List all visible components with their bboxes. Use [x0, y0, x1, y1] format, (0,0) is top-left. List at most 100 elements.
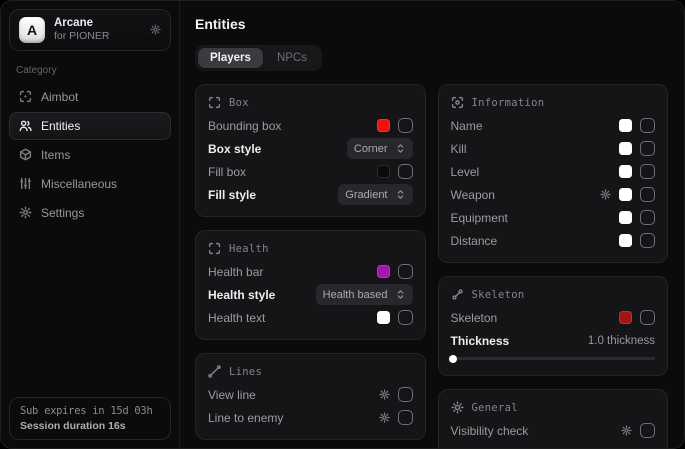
slider-handle[interactable] — [449, 355, 457, 363]
color-swatch[interactable] — [619, 188, 632, 201]
sidebar-item-label: Items — [41, 148, 70, 162]
dropdown-box-style[interactable]: Corner — [347, 138, 413, 159]
row-controls — [619, 164, 655, 179]
row-label: Max distance — [451, 447, 526, 449]
select-icon — [395, 189, 406, 200]
row-label: Health style — [208, 288, 275, 302]
color-swatch[interactable] — [377, 165, 390, 178]
checkbox[interactable] — [640, 210, 655, 225]
row-label: Line to enemy — [208, 411, 283, 425]
row-controls — [619, 118, 655, 133]
setting-row-line-to-enemy: Line to enemy — [208, 406, 413, 429]
row-label: Weapon — [451, 188, 495, 202]
checkbox[interactable] — [398, 164, 413, 179]
dropdown-health-style[interactable]: Health based — [316, 284, 413, 305]
checkbox[interactable] — [398, 264, 413, 279]
slider-value: 500m — [626, 448, 655, 449]
sidebar: A Arcane for PIONER Category AimbotEntit… — [1, 1, 180, 448]
checkbox[interactable] — [640, 164, 655, 179]
card-health: HealthHealth barHealth styleHealth based… — [195, 230, 426, 340]
tab-npcs[interactable]: NPCs — [265, 48, 319, 68]
app-subtitle: for PIONER — [54, 30, 109, 43]
crosshair-icon — [19, 90, 32, 103]
setting-row-view-line: View line — [208, 383, 413, 406]
setting-row-skeleton: Skeleton — [451, 306, 656, 329]
color-swatch[interactable] — [377, 265, 390, 278]
color-swatch[interactable] — [619, 119, 632, 132]
row-label: Health text — [208, 311, 265, 325]
row-controls: 1.0 thickness — [588, 335, 655, 347]
gear-icon[interactable] — [600, 189, 611, 200]
row-label: Thickness — [451, 334, 510, 348]
right-column: InformationNameKillLevelWeaponEquipmentD… — [438, 84, 669, 448]
row-controls: 500m — [626, 448, 655, 449]
card-title: General — [472, 402, 518, 414]
gear-icon[interactable] — [621, 425, 632, 436]
sidebar-item-label: Entities — [41, 119, 80, 133]
sidebar-item-entities[interactable]: Entities — [9, 112, 171, 140]
gear-icon — [19, 206, 32, 219]
row-label: Bounding box — [208, 119, 281, 133]
checkbox[interactable] — [640, 141, 655, 156]
checkbox[interactable] — [640, 233, 655, 248]
color-swatch[interactable] — [619, 165, 632, 178]
card-header: Information — [451, 96, 656, 109]
sub-expiry-text: Sub expires in 15d 03h — [20, 405, 160, 417]
checkbox[interactable] — [398, 310, 413, 325]
setting-row-box-style: Box style Corner — [208, 137, 413, 160]
setting-row-level: Level — [451, 160, 656, 183]
color-swatch[interactable] — [377, 311, 390, 324]
card-general: GeneralVisibility checkMax distance500m — [438, 389, 669, 448]
card-skeleton: Skeleton Skeleton Thickness 1.0 thickness — [438, 276, 669, 376]
row-controls — [619, 141, 655, 156]
row-controls: Gradient — [338, 184, 412, 205]
checkbox[interactable] — [640, 423, 655, 438]
users-icon — [19, 119, 32, 132]
color-swatch[interactable] — [619, 234, 632, 247]
color-swatch[interactable] — [619, 311, 632, 324]
sidebar-item-items[interactable]: Items — [9, 141, 171, 169]
checkbox[interactable] — [640, 310, 655, 325]
sidebar-item-miscellaneous[interactable]: Miscellaneous — [9, 170, 171, 198]
sidebar-item-label: Settings — [41, 206, 84, 220]
card-title: Health — [229, 243, 269, 255]
app-title: Arcane — [54, 16, 109, 30]
setting-row-equipment: Equipment — [451, 206, 656, 229]
row-controls: Health based — [316, 284, 413, 305]
checkbox[interactable] — [398, 410, 413, 425]
card-box: BoxBounding boxBox styleCornerFill boxFi… — [195, 84, 426, 217]
card-header: General — [451, 401, 656, 414]
row-controls — [619, 210, 655, 225]
main-content: Entities Players NPCs BoxBounding boxBox… — [180, 1, 684, 448]
slider-thickness[interactable] — [451, 357, 656, 360]
select-icon — [395, 143, 406, 154]
app-window: A Arcane for PIONER Category AimbotEntit… — [0, 0, 685, 449]
row-controls — [377, 310, 413, 325]
tab-players[interactable]: Players — [198, 48, 263, 68]
checkbox[interactable] — [398, 387, 413, 402]
checkbox[interactable] — [398, 118, 413, 133]
gear-icon[interactable] — [379, 412, 390, 423]
corners-icon — [208, 96, 221, 109]
dropdown-fill-style[interactable]: Gradient — [338, 184, 412, 205]
card-information: InformationNameKillLevelWeaponEquipmentD… — [438, 84, 669, 263]
sidebar-item-aimbot[interactable]: Aimbot — [9, 83, 171, 111]
sidebar-item-settings[interactable]: Settings — [9, 199, 171, 227]
logo-text: Arcane for PIONER — [54, 16, 109, 44]
dropdown-value: Corner — [354, 143, 388, 155]
card-title: Box — [229, 97, 249, 109]
checkbox[interactable] — [640, 118, 655, 133]
checkbox[interactable] — [640, 187, 655, 202]
sliders-icon — [19, 177, 32, 190]
slider-value: 1.0 thickness — [588, 335, 655, 347]
card-header: Skeleton — [451, 288, 656, 301]
color-swatch[interactable] — [619, 211, 632, 224]
gear-icon[interactable] — [150, 24, 161, 35]
row-controls: Corner — [347, 138, 413, 159]
row-label: Box style — [208, 142, 261, 156]
sidebar-item-label: Aimbot — [41, 90, 78, 104]
color-swatch[interactable] — [619, 142, 632, 155]
color-swatch[interactable] — [377, 119, 390, 132]
gear-icon[interactable] — [379, 389, 390, 400]
row-label: Skeleton — [451, 311, 498, 325]
